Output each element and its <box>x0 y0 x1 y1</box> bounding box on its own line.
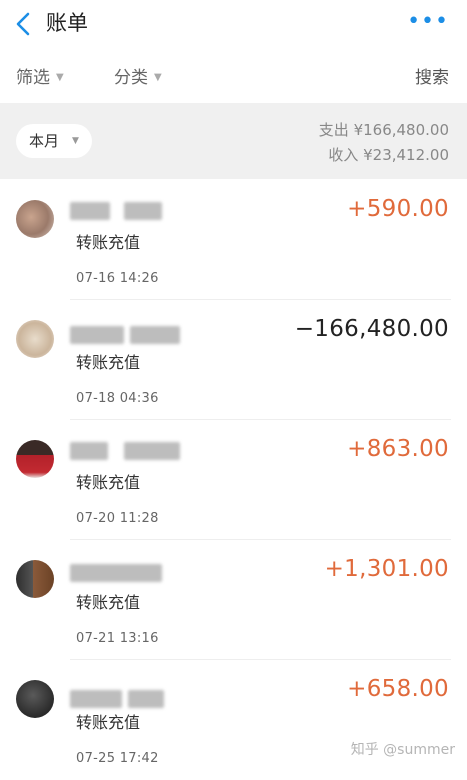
transaction-time: 07-20 11:28 <box>76 511 159 526</box>
transaction-time: 07-25 17:42 <box>76 751 159 766</box>
avatar <box>16 440 54 478</box>
transaction-desc: 转账充值 <box>76 353 141 372</box>
transaction-amount: −166,480.00 <box>294 316 449 342</box>
blurred-name <box>70 690 122 708</box>
blurred-name <box>70 202 110 220</box>
avatar <box>16 320 54 358</box>
filter-dropdown[interactable]: 筛选 ▼ <box>16 66 64 90</box>
month-summary: 本月 ▼ 支出 ¥166,480.00 收入 ¥23,412.00 <box>0 103 467 179</box>
blurred-name <box>70 442 108 460</box>
transaction-desc: 转账充值 <box>76 473 141 492</box>
blurred-name <box>70 326 124 344</box>
blurred-name <box>124 442 180 460</box>
caret-down-icon: ▼ <box>72 136 79 146</box>
blurred-name <box>70 564 162 582</box>
avatar <box>16 680 54 718</box>
transaction-amount: +1,301.00 <box>324 556 449 582</box>
income-total: 收入 ¥23,412.00 <box>328 146 449 164</box>
transaction-amount: +590.00 <box>347 196 449 222</box>
transaction-row[interactable]: 转账充值 07-25 17:42 +658.00 <box>0 660 467 780</box>
transaction-time: 07-16 14:26 <box>76 271 159 286</box>
watermark: 知乎 @summer <box>350 742 455 758</box>
avatar <box>16 560 54 598</box>
caret-down-icon: ▼ <box>56 72 64 83</box>
page-title: 账单 <box>46 11 88 35</box>
more-dots-icon[interactable]: ••• <box>407 11 449 33</box>
category-dropdown[interactable]: 分类 ▼ <box>114 66 162 90</box>
search-button[interactable]: 搜索 <box>415 66 449 90</box>
blurred-name <box>128 690 164 708</box>
category-label: 分类 <box>114 68 148 88</box>
expense-total: 支出 ¥166,480.00 <box>318 121 449 139</box>
avatar <box>16 200 54 238</box>
blurred-name <box>130 326 180 344</box>
month-label: 本月 <box>29 132 60 150</box>
transaction-amount: +658.00 <box>347 676 449 702</box>
transaction-desc: 转账充值 <box>76 593 141 612</box>
transaction-desc: 转账充值 <box>76 233 141 252</box>
caret-down-icon: ▼ <box>154 72 162 83</box>
transaction-row[interactable]: 转账充值 07-21 13:16 +1,301.00 <box>0 540 467 660</box>
transaction-desc: 转账充值 <box>76 713 141 732</box>
transaction-time: 07-18 04:36 <box>76 391 159 406</box>
transaction-row[interactable]: 转账充值 07-20 11:28 +863.00 <box>0 420 467 540</box>
transaction-amount: +863.00 <box>347 436 449 462</box>
filter-label: 筛选 <box>16 68 50 88</box>
transaction-time: 07-21 13:16 <box>76 631 159 646</box>
app-header: 账单 ••• <box>0 0 467 50</box>
month-selector[interactable]: 本月 ▼ <box>16 124 92 158</box>
back-chevron-icon[interactable] <box>12 8 34 40</box>
transaction-row[interactable]: 转账充值 07-16 14:26 +590.00 <box>0 180 467 300</box>
transaction-row[interactable]: 转账充值 07-18 04:36 −166,480.00 <box>0 300 467 420</box>
blurred-name <box>124 202 162 220</box>
filter-bar: 筛选 ▼ 分类 ▼ 搜索 <box>0 56 467 100</box>
